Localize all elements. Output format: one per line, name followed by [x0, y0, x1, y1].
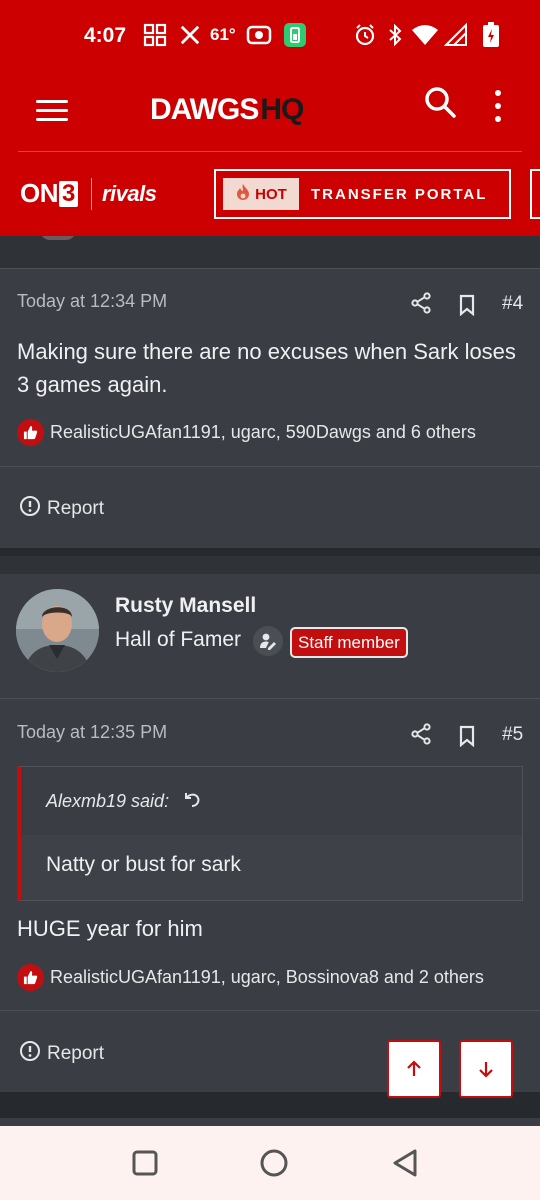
post-divider	[0, 698, 540, 699]
logo-main-text: DAWGS	[150, 93, 259, 126]
report-button[interactable]: Report	[19, 495, 104, 523]
on3-text: ON	[20, 178, 59, 208]
transfer-portal-button[interactable]: HOT TRANSFER PORTAL	[214, 169, 511, 219]
post-4: Today at 12:34 PM #4 Making sure there a…	[0, 268, 540, 548]
post-number[interactable]: #4	[502, 293, 523, 315]
scroll-down-button[interactable]	[459, 1040, 513, 1098]
author-name[interactable]: Rusty Mansell	[115, 594, 256, 618]
status-bar: 4:07 61°	[0, 0, 540, 70]
arrow-up-icon	[407, 1060, 421, 1076]
bookmark-icon[interactable]	[454, 723, 480, 749]
post-footer-divider	[0, 1010, 540, 1011]
quote-header: Alexmb19 said:	[21, 767, 522, 835]
report-button[interactable]: Report	[19, 1040, 104, 1068]
post-body: HUGE year for him	[17, 916, 203, 941]
post-divider	[0, 268, 540, 269]
battery-saver-icon	[282, 22, 308, 48]
post-timestamp[interactable]: Today at 12:34 PM	[17, 291, 167, 312]
post-body: Making sure there are no excuses when Sa…	[17, 339, 516, 397]
scroll-up-button[interactable]	[387, 1040, 441, 1098]
thread-content: Today at 12:34 PM #4 Making sure there a…	[0, 236, 540, 1126]
share-icon[interactable]	[408, 721, 434, 747]
signal-icon	[443, 22, 469, 48]
report-label: Report	[47, 1043, 105, 1064]
screen: 4:07 61° DAWGS HQ ON 3 rivals HOT TRANSF…	[0, 0, 540, 1200]
battery-icon	[480, 22, 502, 48]
transfer-portal-label: TRANSFER PORTAL	[311, 185, 488, 203]
next-post-edge	[0, 1118, 540, 1126]
post-number[interactable]: #5	[502, 724, 523, 746]
reactions-bar[interactable]: RealisticUGAfan1191, ugarc, Bossinova8 a…	[17, 964, 484, 991]
like-reaction-icon	[17, 964, 44, 991]
share-icon[interactable]	[408, 290, 434, 316]
reactions-text: RealisticUGAfan1191, ugarc, 590Dawgs and…	[50, 422, 476, 442]
site-logo[interactable]: DAWGS HQ	[150, 90, 355, 130]
post-separator	[0, 548, 540, 556]
quote-block: Alexmb19 said: Natty or bust for sark	[17, 766, 523, 901]
report-label: Report	[47, 498, 105, 519]
more-options-icon[interactable]	[486, 88, 510, 124]
status-time: 4:07	[84, 24, 127, 47]
quote-author[interactable]: Alexmb19 said:	[46, 791, 169, 812]
home-circle-icon[interactable]	[257, 1146, 291, 1180]
back-triangle-icon[interactable]	[388, 1146, 422, 1180]
alarm-icon	[352, 22, 378, 48]
partner-divider	[91, 178, 92, 210]
app-header: DAWGS HQ	[0, 70, 540, 152]
flame-icon	[235, 183, 251, 205]
on3-logo[interactable]: ON 3	[20, 178, 78, 209]
on3-number: 3	[59, 180, 78, 207]
cast-icon	[245, 22, 273, 48]
previous-avatar-edge	[40, 236, 76, 240]
post-5: Rusty Mansell Hall of Famer Staff member…	[0, 574, 540, 1092]
grid-icon	[142, 22, 168, 48]
logo-accent-text: HQ	[260, 93, 304, 126]
status-temperature: 61°	[210, 25, 236, 44]
author-title: Hall of Famer	[115, 628, 242, 651]
bookmark-icon[interactable]	[454, 292, 480, 318]
rivals-logo[interactable]: rivals	[102, 181, 157, 207]
search-icon[interactable]	[422, 84, 462, 124]
partner-bar: ON 3 rivals HOT TRANSFER PORTAL	[0, 152, 540, 236]
hot-badge: HOT	[223, 178, 299, 210]
system-nav-bar	[0, 1126, 540, 1200]
next-partner-button[interactable]	[530, 169, 540, 219]
wifi-icon	[410, 22, 440, 48]
hamburger-menu-icon[interactable]	[36, 92, 72, 128]
arrow-down-icon	[479, 1062, 493, 1078]
bluetooth-icon	[385, 22, 405, 48]
jump-to-quote-icon[interactable]	[181, 789, 205, 813]
alert-circle-icon	[19, 1040, 41, 1068]
staff-member-badge: Staff member	[290, 627, 408, 658]
reactions-bar[interactable]: RealisticUGAfan1191, ugarc, 590Dawgs and…	[17, 419, 476, 446]
staff-edit-icon	[253, 626, 283, 656]
avatar[interactable]	[16, 589, 99, 672]
post-timestamp[interactable]: Today at 12:35 PM	[17, 722, 167, 743]
like-reaction-icon	[17, 419, 44, 446]
hot-label: HOT	[255, 185, 287, 203]
recents-square-icon[interactable]	[128, 1146, 162, 1180]
x-icon	[177, 22, 203, 48]
alert-circle-icon	[19, 495, 41, 523]
quote-body: Natty or bust for sark	[46, 853, 241, 876]
reactions-text: RealisticUGAfan1191, ugarc, Bossinova8 a…	[50, 967, 484, 987]
post-footer-divider	[0, 466, 540, 467]
